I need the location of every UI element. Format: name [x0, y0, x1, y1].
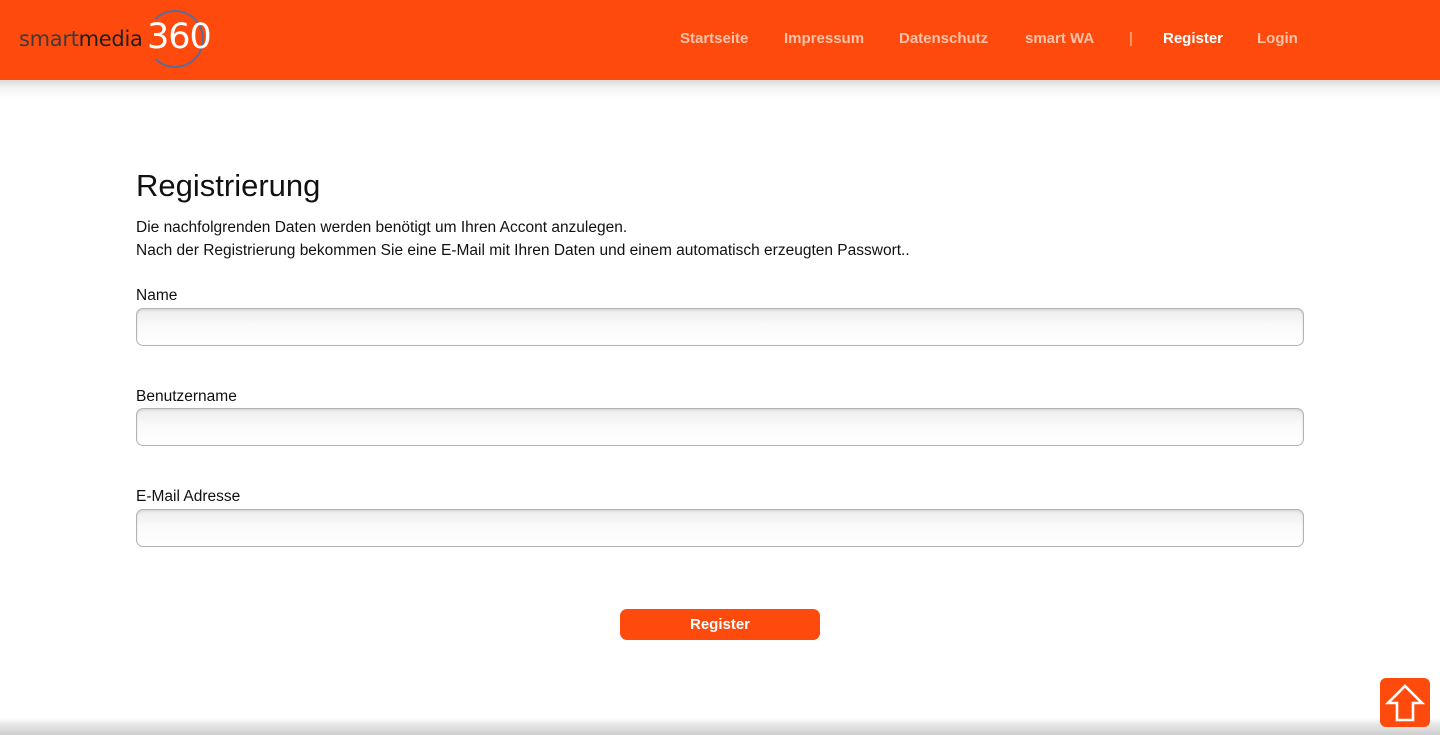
email-label: E-Mail Adresse: [136, 488, 241, 505]
email-input[interactable]: [136, 509, 1304, 547]
nav-register[interactable]: Register: [1163, 30, 1223, 47]
nav-login[interactable]: Login: [1257, 30, 1298, 47]
site-logo[interactable]: smartmedia 360: [19, 10, 219, 68]
nav-smart-wa[interactable]: smart WA: [1025, 30, 1094, 47]
arrow-up-icon: [1385, 683, 1425, 721]
logo-wordmark: smartmedia: [19, 27, 143, 51]
footer-shadow: [0, 718, 1440, 735]
name-input[interactable]: [136, 308, 1304, 346]
site-header: smartmedia 360 Startseite Impressum Date…: [0, 0, 1440, 80]
nav-separator: |: [1129, 30, 1133, 47]
register-button[interactable]: Register: [620, 609, 820, 640]
nav-datenschutz[interactable]: Datenschutz: [899, 30, 988, 47]
scroll-to-top-button[interactable]: [1380, 678, 1430, 727]
intro-text: Die nachfolgrenden Daten werden benötigt…: [136, 216, 1304, 262]
nav-impressum[interactable]: Impressum: [784, 30, 864, 47]
header-shadow: [0, 80, 1440, 98]
username-label: Benutzername: [136, 388, 237, 405]
intro-line-1: Die nachfolgrenden Daten werden benötigt…: [136, 219, 628, 236]
page-title: Registrierung: [136, 168, 321, 203]
username-input[interactable]: [136, 408, 1304, 446]
name-label: Name: [136, 287, 178, 304]
intro-line-2: Nach der Registrierung bekommen Sie eine…: [136, 242, 910, 259]
nav-startseite[interactable]: Startseite: [680, 30, 748, 47]
logo-number: 360: [147, 17, 212, 57]
